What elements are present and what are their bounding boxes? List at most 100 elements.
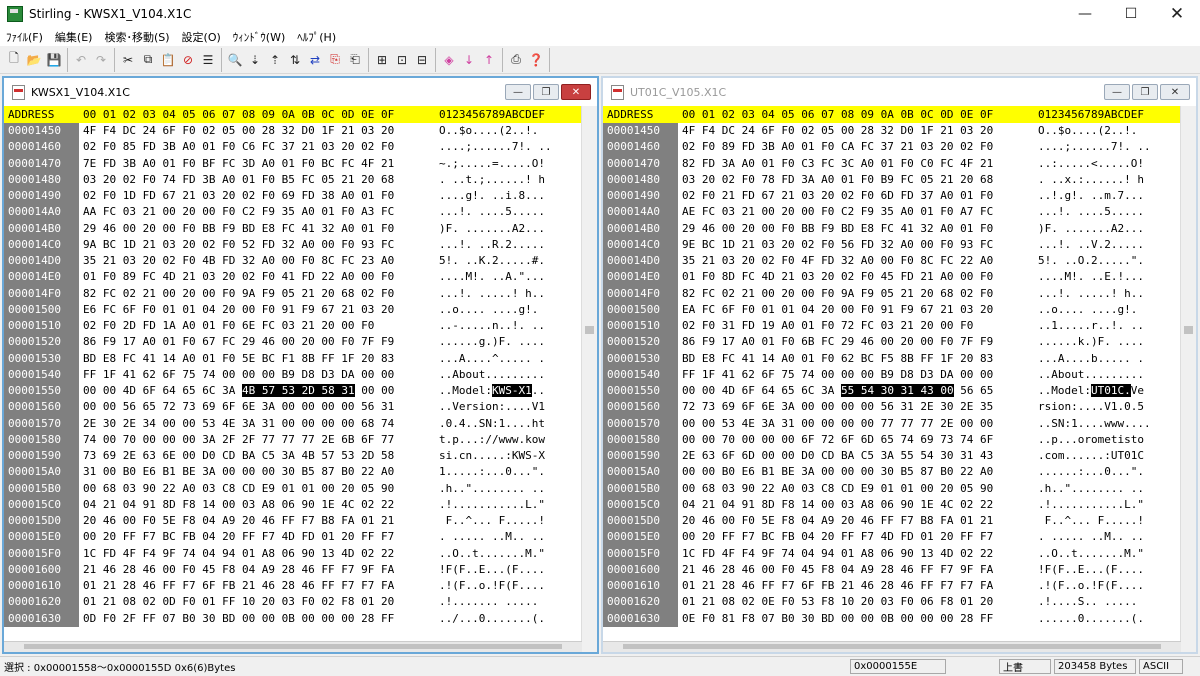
row-hex-bytes[interactable]: 01 21 08 02 0D F0 01 FF 10 20 03 F0 02 F… — [79, 594, 437, 610]
row-ascii[interactable]: . ..x.:......! h — [1036, 172, 1164, 188]
row-ascii[interactable]: .h.."........ .. — [437, 481, 565, 497]
hex-row[interactable]: 000014D0 35 21 03 20 02 F0 4B FD 32 A0 00… — [4, 253, 597, 270]
row-ascii[interactable]: ..Model:UT01C.Ve — [1036, 383, 1164, 399]
hex-row[interactable]: 00001610 01 21 28 46 FF F7 6F FB 21 46 28… — [603, 578, 1196, 595]
hex-row[interactable]: 00001630 0E F0 81 F8 07 B0 30 BD 00 00 0B… — [603, 610, 1196, 627]
row-hex-bytes[interactable]: BD E8 FC 41 14 A0 01 F0 5E BC F1 8B FF 1… — [79, 351, 437, 367]
row-ascii[interactable]: .h.."........ .. — [1036, 481, 1164, 497]
child-minimize-button[interactable]: — — [505, 84, 531, 100]
mark-icon[interactable]: ◈ — [440, 50, 458, 70]
row-ascii[interactable]: ...A....^..... . — [437, 351, 565, 367]
row-hex-bytes[interactable]: 72 73 69 6F 6E 3A 00 00 00 00 56 31 2E 3… — [678, 399, 1036, 415]
row-ascii[interactable]: O..$o....(2..!. — [437, 123, 565, 139]
row-hex-bytes[interactable]: 00 00 4D 6F 64 65 6C 3A 55 54 30 31 43 0… — [678, 383, 1036, 399]
paste-icon[interactable]: 📋 — [159, 50, 177, 70]
hex-row[interactable]: 000014C0 9E BC 1D 21 03 20 02 F0 56 FD 32… — [603, 236, 1196, 253]
hex-row[interactable]: 00001460 02 F0 89 FD 3B A0 01 F0 CA FC 37… — [603, 139, 1196, 156]
hex-row[interactable]: 00001560 72 73 69 6F 6E 3A 00 00 00 00 56… — [603, 399, 1196, 416]
row-ascii[interactable]: si.cn.....:KWS-X — [437, 448, 565, 464]
menu-help[interactable]: ﾍﾙﾌﾟ(H) — [291, 29, 342, 45]
copy-icon[interactable]: ⧉ — [139, 50, 157, 70]
hex-row[interactable]: 000015A0 31 00 B0 E6 B1 BE 3A 00 00 00 30… — [4, 464, 597, 481]
row-hex-bytes[interactable]: BD E8 FC 41 14 A0 01 F0 62 BC F5 8B FF 1… — [678, 351, 1036, 367]
hex-row[interactable]: 00001480 03 20 02 F0 78 FD 3A A0 01 F0 B9… — [603, 171, 1196, 188]
row-ascii[interactable]: .com......:UT01C — [1036, 448, 1164, 464]
row-hex-bytes[interactable]: 2E 30 2E 34 00 00 53 4E 3A 31 00 00 00 0… — [79, 416, 437, 432]
row-ascii[interactable]: ....;......7!. .. — [1036, 139, 1164, 155]
hex-row[interactable]: 00001570 00 00 53 4E 3A 31 00 00 00 00 77… — [603, 415, 1196, 432]
find-all-icon[interactable]: ⇅ — [286, 50, 304, 70]
row-ascii[interactable]: ~.;.....=.....O! — [437, 156, 565, 172]
help-icon[interactable]: ❓ — [527, 50, 545, 70]
row-hex-bytes[interactable]: AA FC 03 21 00 20 00 F0 C2 F9 35 A0 01 F… — [79, 204, 437, 220]
undo-icon[interactable]: ↶ — [72, 50, 90, 70]
row-ascii[interactable]: ......:...0...". — [1036, 464, 1164, 480]
row-ascii[interactable]: ...!. ..R.2..... — [437, 237, 565, 253]
row-hex-bytes[interactable]: 20 46 00 F0 5E F8 04 A9 20 46 FF F7 B8 F… — [678, 513, 1036, 529]
hex-row[interactable]: 00001460 02 F0 85 FD 3B A0 01 F0 C6 FC 37… — [4, 139, 597, 156]
hex-row[interactable]: 000015D0 20 46 00 F0 5E F8 04 A9 20 46 FF… — [4, 513, 597, 530]
row-ascii[interactable]: ....M!. ..A."... — [437, 269, 565, 285]
row-ascii[interactable]: )F. .......A2... — [437, 221, 565, 237]
row-hex-bytes[interactable]: 00 20 FF F7 BC FB 04 20 FF F7 4D FD 01 2… — [678, 529, 1036, 545]
hex-row[interactable]: 00001510 02 F0 31 FD 19 A0 01 F0 72 FC 03… — [603, 318, 1196, 335]
hex-row[interactable]: 000014D0 35 21 03 20 02 F0 4F FD 32 A0 00… — [603, 253, 1196, 270]
hex-row[interactable]: 00001520 86 F9 17 A0 01 F0 67 FC 29 46 00… — [4, 334, 597, 351]
hex-grid[interactable]: ADDRESS 00 01 02 03 04 05 06 07 08 09 0A… — [4, 106, 597, 627]
new-icon[interactable]: 🗋 — [5, 50, 23, 70]
row-ascii[interactable]: )F. .......A2... — [1036, 221, 1164, 237]
row-hex-bytes[interactable]: 00 00 53 4E 3A 31 00 00 00 00 77 77 77 2… — [678, 416, 1036, 432]
close-button[interactable]: ✕ — [1154, 0, 1200, 28]
row-hex-bytes[interactable]: FF 1F 41 62 6F 75 74 00 00 00 B9 D8 D3 D… — [79, 367, 437, 383]
hex-window-right[interactable]: UT01C_V105.X1C — ❐ ✕ ADDRESS 00 01 02 03… — [601, 76, 1198, 654]
hex-row[interactable]: 000015A0 00 00 B0 E6 B1 BE 3A 00 00 00 30… — [603, 464, 1196, 481]
hex-row[interactable]: 00001520 86 F9 17 A0 01 F0 6B FC 29 46 00… — [603, 334, 1196, 351]
hex-row[interactable]: 00001580 00 00 70 00 00 00 6F 72 6F 6D 65… — [603, 431, 1196, 448]
row-hex-bytes[interactable]: 29 46 00 20 00 F0 BB F9 BD E8 FC 41 32 A… — [79, 221, 437, 237]
hex-row[interactable]: 00001600 21 46 28 46 00 F0 45 F8 04 A9 28… — [4, 561, 597, 578]
row-hex-bytes[interactable]: 01 21 28 46 FF F7 6F FB 21 46 28 46 FF F… — [678, 578, 1036, 594]
row-hex-bytes[interactable]: 31 00 B0 E6 B1 BE 3A 00 00 00 30 B5 87 B… — [79, 464, 437, 480]
hex-row[interactable]: 00001530 BD E8 FC 41 14 A0 01 F0 62 BC F5… — [603, 350, 1196, 367]
row-hex-bytes[interactable]: 74 00 70 00 00 00 3A 2F 2F 77 77 77 2E 6… — [79, 432, 437, 448]
row-hex-bytes[interactable]: 9E BC 1D 21 03 20 02 F0 56 FD 32 A0 00 F… — [678, 237, 1036, 253]
row-ascii[interactable]: ...A....b..... . — [1036, 351, 1164, 367]
row-ascii[interactable]: rsion:....V1.0.5 — [1036, 399, 1164, 415]
row-hex-bytes[interactable]: 00 00 70 00 00 00 6F 72 6F 6D 65 74 69 7… — [678, 432, 1036, 448]
row-ascii[interactable]: !F(F..E...(F.... — [1036, 562, 1164, 578]
hex-row[interactable]: 00001530 BD E8 FC 41 14 A0 01 F0 5E BC F1… — [4, 350, 597, 367]
hex-row[interactable]: 00001610 01 21 28 46 FF F7 6F FB 21 46 28… — [4, 578, 597, 595]
row-hex-bytes[interactable]: 20 46 00 F0 5E F8 04 A9 20 46 FF F7 B8 F… — [79, 513, 437, 529]
row-hex-bytes[interactable]: 00 00 56 65 72 73 69 6F 6E 3A 00 00 00 0… — [79, 399, 437, 415]
save-icon[interactable]: 💾 — [45, 50, 63, 70]
print-icon[interactable]: ⎙ — [507, 50, 525, 70]
child-title-bar[interactable]: UT01C_V105.X1C — ❐ ✕ — [603, 78, 1196, 106]
hex-row[interactable]: 00001490 02 F0 21 FD 67 21 03 20 02 F0 6D… — [603, 188, 1196, 205]
row-ascii[interactable]: ....;......7!. .. — [437, 139, 565, 155]
row-hex-bytes[interactable]: 4F F4 DC 24 6F F0 02 05 00 28 32 D0 1F 2… — [79, 123, 437, 139]
child-close-button[interactable]: ✕ — [561, 84, 591, 100]
hex-row[interactable]: 00001480 03 20 02 F0 74 FD 3B A0 01 F0 B5… — [4, 171, 597, 188]
hex-row[interactable]: 000014B0 29 46 00 20 00 F0 BB F9 BD E8 FC… — [603, 220, 1196, 237]
hex-row[interactable]: 000014E0 01 F0 8D FC 4D 21 03 20 02 F0 45… — [603, 269, 1196, 286]
hex-row[interactable]: 00001630 0D F0 2F FF 07 B0 30 BD 00 00 0B… — [4, 610, 597, 627]
row-hex-bytes[interactable]: 01 21 08 02 0E F0 53 F8 10 20 03 F0 06 F… — [678, 594, 1036, 610]
row-ascii[interactable]: ..o.... ....g!. — [1036, 302, 1164, 318]
menu-settings[interactable]: 設定(O) — [176, 29, 227, 45]
row-hex-bytes[interactable]: 7E FD 3B A0 01 F0 BF FC 3D A0 01 F0 BC F… — [79, 156, 437, 172]
hex-row[interactable]: 00001570 2E 30 2E 34 00 00 53 4E 3A 31 00… — [4, 415, 597, 432]
row-hex-bytes[interactable]: 01 21 28 46 FF F7 6F FB 21 46 28 46 FF F… — [79, 578, 437, 594]
cut-icon[interactable]: ✂ — [119, 50, 137, 70]
hex-row[interactable]: 00001540 FF 1F 41 62 6F 75 74 00 00 00 B9… — [4, 366, 597, 383]
hex-row[interactable]: 00001500 E6 FC 6F F0 01 01 04 20 00 F0 91… — [4, 301, 597, 318]
row-hex-bytes[interactable]: 2E 63 6F 6D 00 00 D0 CD BA C5 3A 55 54 3… — [678, 448, 1036, 464]
row-hex-bytes[interactable]: 01 F0 8D FC 4D 21 03 20 02 F0 45 FD 21 A… — [678, 269, 1036, 285]
hex-row[interactable]: 00001590 73 69 2E 63 6E 00 D0 CD BA C5 3A… — [4, 448, 597, 465]
hex-row[interactable]: 00001600 21 46 28 46 00 F0 45 F8 04 A9 28… — [603, 561, 1196, 578]
row-hex-bytes[interactable]: 04 21 04 91 8D F8 14 00 03 A8 06 90 1E 4… — [678, 497, 1036, 513]
insert-down-icon[interactable]: ⊡ — [393, 50, 411, 70]
row-hex-bytes[interactable]: 0D F0 2F FF 07 B0 30 BD 00 00 0B 00 00 0… — [79, 611, 437, 627]
row-ascii[interactable]: . ..... ..M.. .. — [437, 529, 565, 545]
hex-grid[interactable]: ADDRESS 00 01 02 03 04 05 06 07 08 09 0A… — [603, 106, 1196, 627]
hex-row[interactable]: 00001490 02 F0 1D FD 67 21 03 20 02 F0 69… — [4, 188, 597, 205]
